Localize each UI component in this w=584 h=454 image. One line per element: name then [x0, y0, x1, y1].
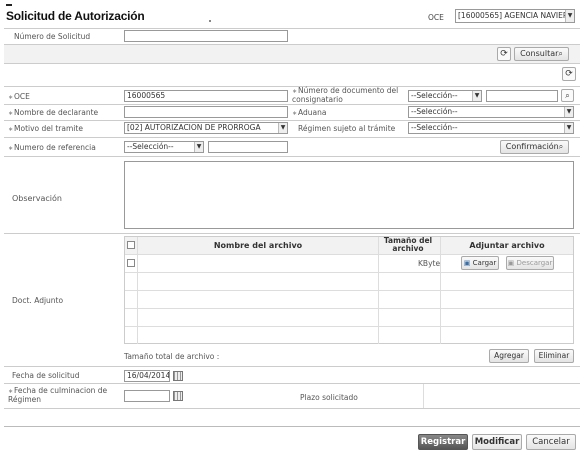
referencia-select-value: --Selección-- [127, 142, 174, 151]
referencia-label: Numero de referencia [8, 143, 96, 152]
plazo-solicitado-label: Plazo solicitado [300, 393, 358, 402]
fecha-culminacion-input[interactable] [124, 390, 170, 402]
regimen-value: --Selección-- [411, 123, 458, 132]
agregar-button[interactable]: Agregar [489, 349, 529, 363]
motivo-value: [02] AUTORIZACION DE PRORROGA [127, 123, 261, 132]
col-nombre-archivo: Nombre del archivo [213, 241, 303, 250]
chevron-down-icon: ▼ [194, 142, 203, 152]
numdoc-input[interactable] [486, 90, 558, 102]
doct-adjunto-label: Doct. Adjunto [12, 296, 64, 305]
col-adjuntar-archivo: Adjuntar archivo [469, 241, 545, 250]
nombre-declarante-input[interactable] [124, 106, 288, 118]
title-decoration [6, 4, 12, 6]
search-icon[interactable]: ⌕ [561, 89, 574, 102]
confirmacion-button[interactable]: Confirmación⌕ [500, 140, 569, 154]
header-oce-label: OCE [428, 13, 444, 22]
regimen-label: Régimen sujeto al trámite [298, 124, 396, 133]
numero-solicitud-label: Número de Solicitud [14, 32, 91, 41]
chevron-down-icon: ▼ [564, 107, 573, 117]
chevron-down-icon: ▼ [564, 123, 573, 133]
fecha-solicitud-input[interactable]: 16/04/2014 [124, 370, 170, 382]
nombre-declarante-label: Nombre de declarante [8, 108, 98, 117]
consultar-label: Consultar [520, 49, 559, 58]
numdoc-select[interactable]: --Selección-- ▼ [408, 90, 482, 102]
calendar-icon[interactable] [173, 371, 183, 381]
regimen-select[interactable]: --Selección-- ▼ [408, 122, 574, 134]
search-icon: ⌕ [558, 142, 564, 151]
chevron-down-icon: ▼ [278, 123, 287, 133]
refresh-form-icon[interactable]: ⟳ [562, 67, 576, 81]
cancelar-button[interactable]: Cancelar [526, 434, 576, 450]
motivo-label: Motivo del tramite [8, 124, 83, 133]
consultar-button[interactable]: Consultar⌕ [514, 47, 569, 61]
header-oce-select[interactable]: [16000565] AGENCIA NAVIERA ▼ [455, 9, 575, 23]
page-title: Solicitud de Autorización [6, 9, 145, 23]
save-icon: ▣ [507, 259, 515, 267]
aduana-label: Aduana [292, 108, 326, 117]
registrar-button[interactable]: Registrar [418, 434, 468, 450]
row-unit: KByte [418, 259, 441, 268]
referencia-input[interactable] [208, 141, 288, 153]
descargar-button[interactable]: ▣ Descargar [506, 256, 554, 270]
row-checkbox[interactable] [127, 259, 135, 267]
modificar-button[interactable]: Modificar [472, 434, 522, 450]
chevron-down-icon: ▼ [565, 10, 574, 22]
search-toolbar [4, 45, 580, 63]
aduana-value: --Selección-- [411, 107, 458, 116]
search-icon: ⌕ [558, 49, 563, 58]
observacion-textarea[interactable] [124, 161, 574, 229]
confirmacion-label: Confirmación [505, 142, 559, 151]
col-tamano-archivo: Tamaño del archivo [383, 236, 433, 253]
header-oce-value: [16000565] AGENCIA NAVIERA [458, 11, 573, 20]
oce-label: OCE [8, 92, 30, 101]
cargar-button[interactable]: ▣ Cargar [461, 256, 499, 270]
select-all-checkbox[interactable] [127, 241, 135, 249]
refresh-icon[interactable]: ⟳ [497, 47, 511, 61]
chevron-down-icon: ▼ [472, 91, 481, 101]
aduana-select[interactable]: --Selección-- ▼ [408, 106, 574, 118]
oce-input[interactable]: 16000565 [124, 90, 288, 102]
save-icon: ▣ [463, 259, 471, 267]
fecha-solicitud-label: Fecha de solicitud [12, 371, 80, 380]
eliminar-button[interactable]: Eliminar [534, 349, 574, 363]
descargar-label: Descargar [516, 259, 553, 267]
total-size-label: Tamaño total de archivo : [124, 352, 220, 361]
observacion-label: Observación [12, 194, 62, 203]
numero-solicitud-input[interactable] [124, 30, 288, 42]
numdoc-select-value: --Selección-- [411, 91, 458, 100]
numdoc-label: Número de documento del consignatario [292, 87, 402, 104]
motivo-select[interactable]: [02] AUTORIZACION DE PRORROGA ▼ [124, 122, 288, 134]
calendar-icon[interactable] [173, 391, 183, 401]
referencia-select[interactable]: --Selección-- ▼ [124, 141, 204, 153]
fecha-culminacion-label: Fecha de culminacion de Régimen [8, 387, 116, 404]
cargar-label: Cargar [472, 259, 497, 267]
decorative-dot [209, 20, 211, 22]
